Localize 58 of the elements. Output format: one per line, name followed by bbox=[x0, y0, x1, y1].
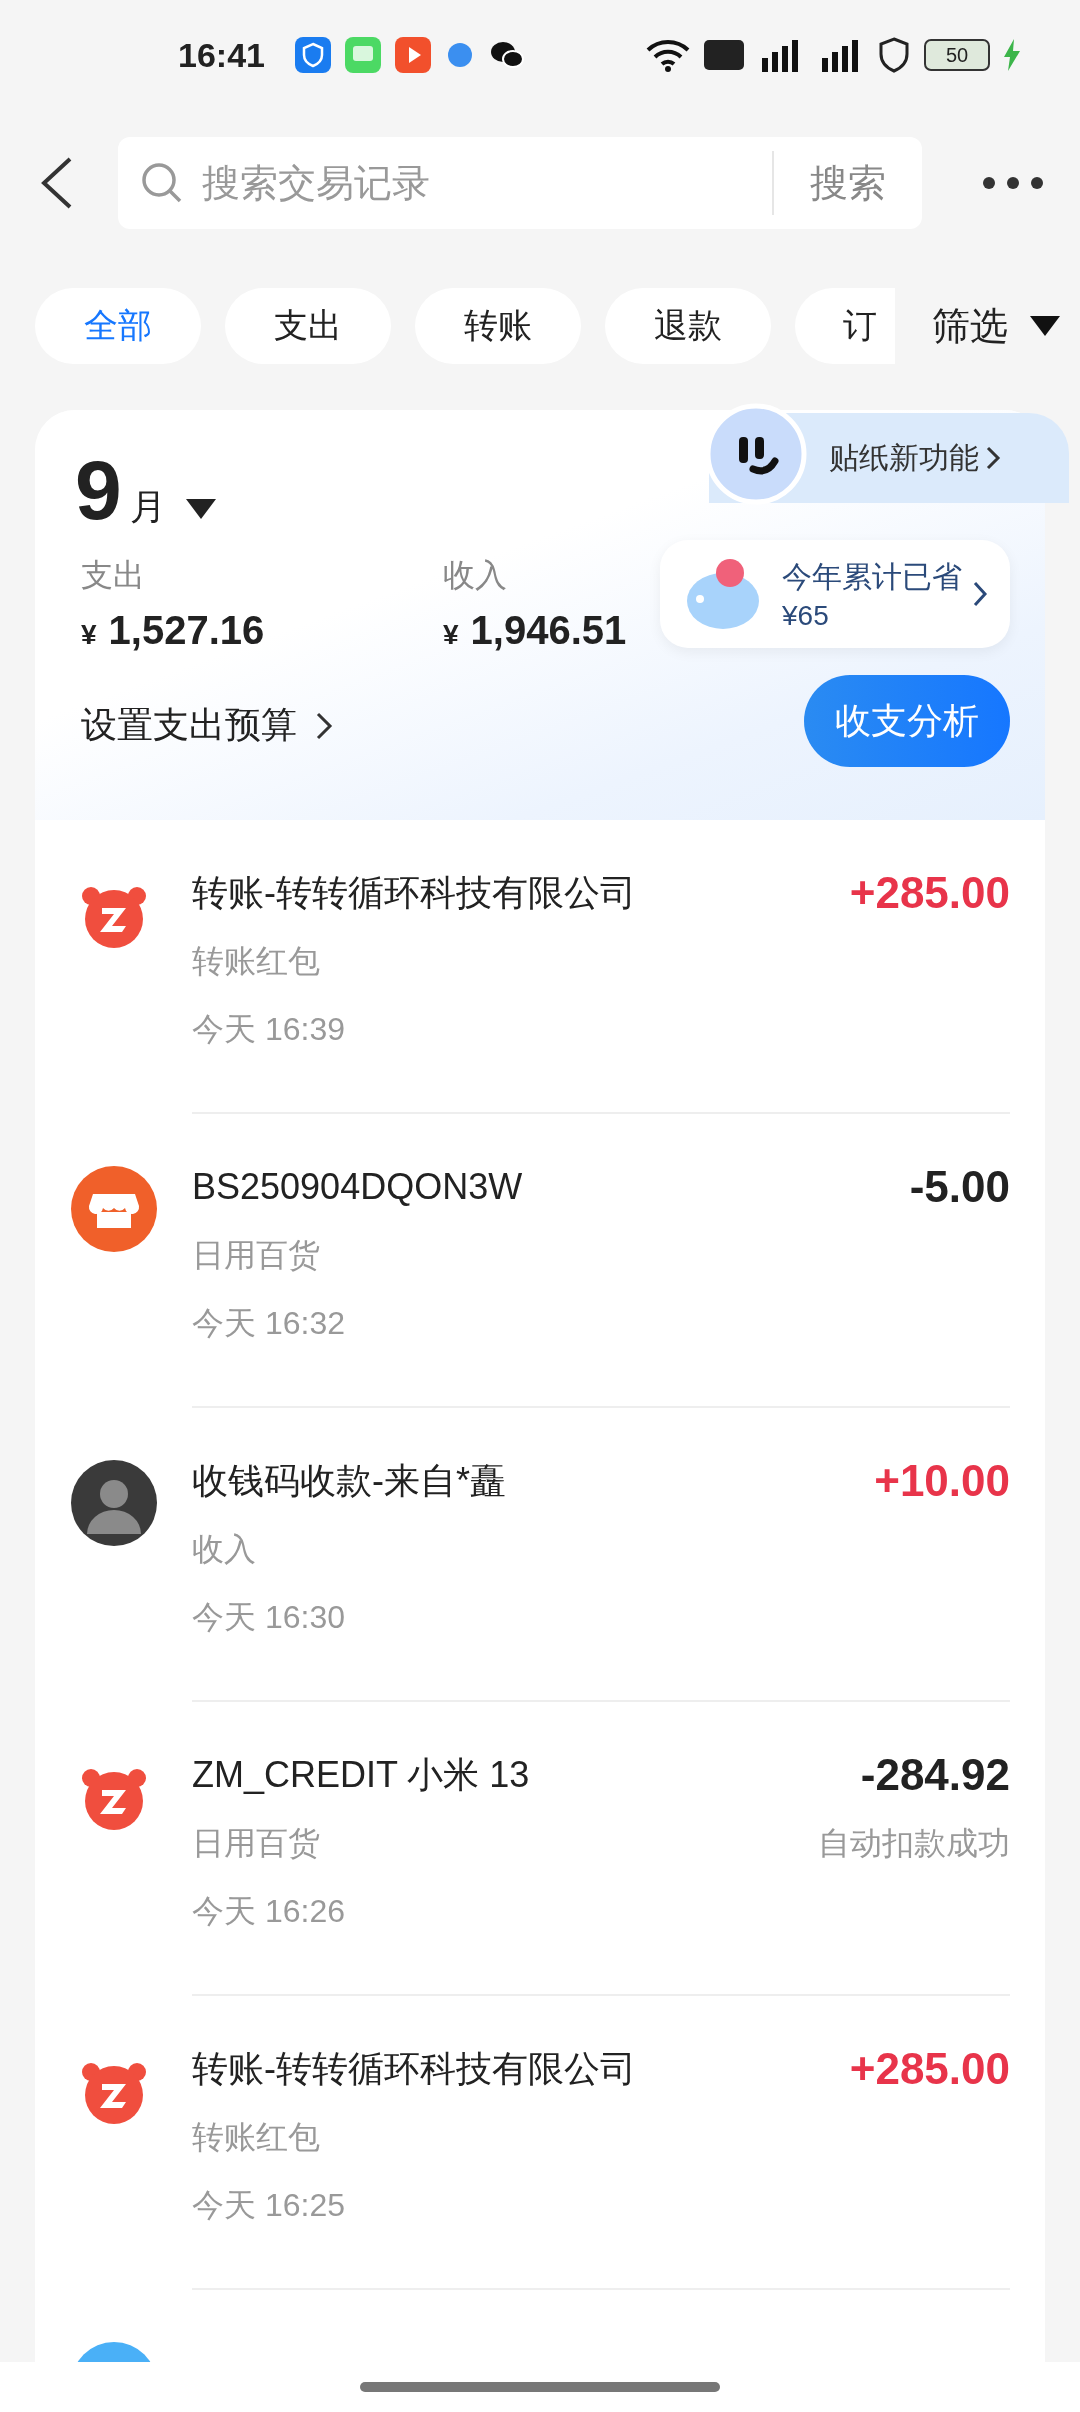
transaction-category: 日用百货 bbox=[192, 1824, 320, 1863]
shield-icon bbox=[878, 37, 910, 73]
transaction-title[interactable]: 收钱码收款-来自*矗 bbox=[192, 1456, 506, 1506]
message-app-icon bbox=[344, 37, 381, 73]
filter-chip[interactable]: 全部 bbox=[35, 288, 201, 364]
expense-amount: ¥ 1,527.16 bbox=[81, 608, 265, 653]
transaction-amount: +285.00 bbox=[849, 868, 1010, 918]
avatar-icon bbox=[70, 1460, 157, 1546]
store-icon bbox=[70, 1166, 157, 1252]
income-amount: ¥ 1,946.51 bbox=[443, 608, 627, 653]
search-field[interactable]: 搜索交易记录 搜索 bbox=[118, 137, 922, 229]
filter-chip[interactable]: 订 bbox=[795, 288, 895, 364]
clock: 16:41 bbox=[178, 35, 265, 75]
transaction-title[interactable]: 转账-转转循环科技有限公司 bbox=[192, 868, 636, 918]
sticker-banner-text: 贴纸新功能 bbox=[829, 439, 979, 476]
transaction-amount: -284.92 bbox=[860, 1750, 1010, 1800]
search-button[interactable]: 搜索 bbox=[772, 151, 922, 215]
filter-chip[interactable]: 退款 bbox=[605, 288, 771, 364]
analysis-button[interactable]: 收支分析 bbox=[804, 675, 1010, 767]
month-number[interactable]: 9 bbox=[75, 448, 122, 532]
charging-icon bbox=[1004, 39, 1020, 71]
battery-icon: 50 bbox=[924, 39, 990, 71]
chevron-right-icon bbox=[972, 580, 988, 608]
transaction-amount: -5.00 bbox=[909, 1162, 1010, 1212]
search-icon bbox=[140, 161, 184, 205]
dropdown-icon[interactable] bbox=[185, 499, 216, 519]
play-app-icon bbox=[394, 37, 431, 73]
transaction-time: 今天 16:26 bbox=[192, 1892, 345, 1931]
dropdown-icon bbox=[1030, 316, 1060, 336]
budget-link[interactable]: 设置支出预算 bbox=[81, 701, 333, 750]
chevron-right-icon bbox=[315, 710, 333, 741]
transaction-time: 今天 16:30 bbox=[192, 1598, 345, 1637]
transaction-amount: +285.00 bbox=[849, 2044, 1010, 2094]
transaction-category: 收入 bbox=[192, 1530, 256, 1569]
transaction-category: 转账红包 bbox=[192, 942, 320, 981]
transaction-title[interactable]: BS250904DQON3W bbox=[192, 1166, 523, 1208]
chevron-right-icon bbox=[985, 445, 1001, 471]
wifi-icon bbox=[646, 38, 690, 72]
chat-app-icon bbox=[488, 39, 525, 71]
shield-app-icon bbox=[294, 37, 331, 73]
filter-chip[interactable]: 支出 bbox=[225, 288, 391, 364]
transaction-title[interactable]: 转账-转转循环科技有限公司 bbox=[192, 2044, 636, 2094]
savings-bubble[interactable]: 今年累计已省 ¥65 bbox=[660, 540, 1010, 648]
transaction-time: 今天 16:32 bbox=[192, 1304, 345, 1343]
transaction-category: 日用百货 bbox=[192, 1236, 320, 1275]
savings-amount: ¥65 bbox=[782, 599, 830, 632]
transaction-time: 今天 16:25 bbox=[192, 2186, 345, 2225]
transaction-category: 转账红包 bbox=[192, 2118, 320, 2157]
transaction-title[interactable]: ZM_CREDIT 小米 13 bbox=[192, 1750, 530, 1800]
income-label: 收入 bbox=[443, 556, 507, 595]
transaction-time: 今天 16:39 bbox=[192, 1010, 345, 1049]
savings-title: 今年累计已省 bbox=[782, 558, 962, 595]
filter-chip[interactable]: 转账 bbox=[415, 288, 581, 364]
transaction-amount: +10.00 bbox=[874, 1456, 1010, 1506]
month-unit[interactable]: 月 bbox=[129, 483, 166, 532]
expense-label: 支出 bbox=[81, 556, 145, 595]
transaction-status: 自动扣款成功 bbox=[818, 1824, 1010, 1863]
more-icon[interactable] bbox=[981, 175, 1045, 191]
